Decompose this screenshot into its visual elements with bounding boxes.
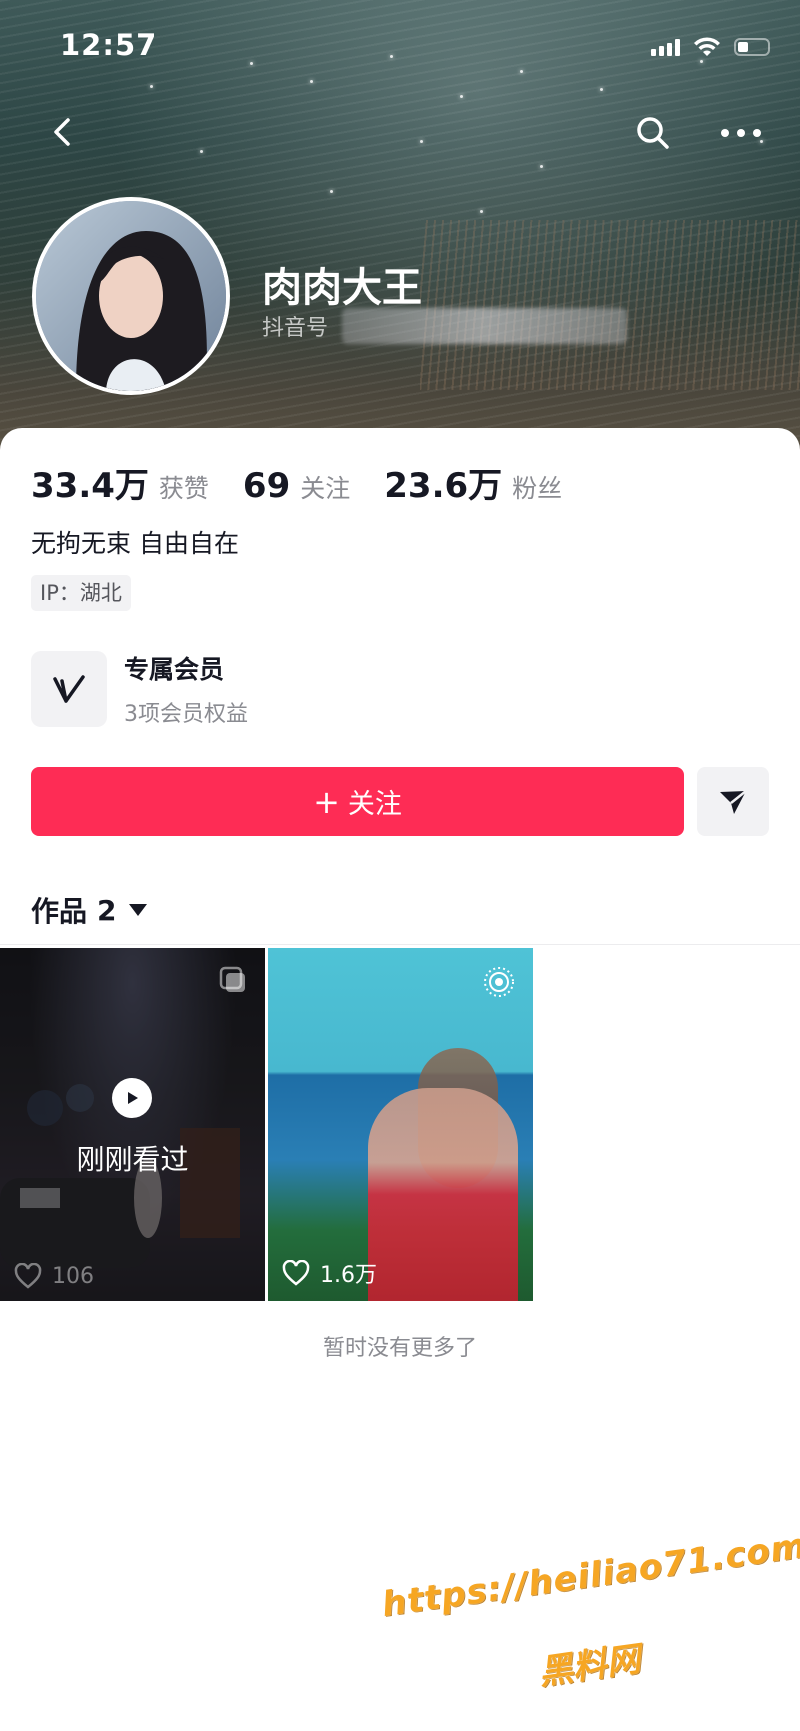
play-icon bbox=[112, 1078, 152, 1118]
multi-image-icon bbox=[219, 966, 245, 992]
search-icon[interactable] bbox=[632, 112, 674, 154]
back-icon[interactable] bbox=[44, 112, 84, 152]
video-thumbnail-2[interactable]: 1.6万 bbox=[268, 948, 533, 1301]
stat-followers[interactable]: 23.6万 粉丝 bbox=[384, 458, 562, 507]
video-likes-count: 1.6万 bbox=[320, 1263, 377, 1288]
stat-label: 关注 bbox=[300, 474, 351, 503]
ip-location-tag: IP：湖北 bbox=[31, 575, 131, 611]
tab-works[interactable]: 作品 2 bbox=[31, 890, 147, 930]
video-likes-count: 106 bbox=[52, 1263, 94, 1289]
avatar[interactable] bbox=[32, 197, 230, 395]
douyin-id-redacted bbox=[342, 308, 628, 344]
battery-icon bbox=[734, 38, 770, 56]
video-likes: 1.6万 bbox=[282, 1257, 377, 1289]
membership-title: 专属会员 bbox=[124, 655, 225, 684]
follow-button[interactable]: + 关注 bbox=[31, 767, 684, 836]
status-time: 12:57 bbox=[60, 28, 158, 62]
douyin-id-row[interactable]: 抖音号 bbox=[262, 308, 628, 344]
signal-icon bbox=[651, 38, 680, 56]
send-icon bbox=[720, 789, 747, 814]
stat-value: 69 bbox=[242, 466, 291, 506]
avatar-image bbox=[36, 201, 226, 391]
vip-icon bbox=[31, 651, 107, 727]
tab-works-count: 2 bbox=[97, 893, 117, 927]
heart-icon bbox=[14, 1263, 42, 1289]
stat-label: 粉丝 bbox=[512, 474, 563, 503]
more-icon[interactable] bbox=[716, 118, 766, 148]
caret-down-icon bbox=[128, 904, 147, 916]
follow-label: 关注 bbox=[347, 789, 402, 820]
douyin-id-label: 抖音号 bbox=[262, 316, 329, 341]
no-more-content: 暂时没有更多了 bbox=[322, 1336, 477, 1361]
cover-reeds bbox=[420, 220, 800, 390]
stat-label: 获赞 bbox=[158, 474, 209, 503]
stat-likes[interactable]: 33.4万 获赞 bbox=[31, 458, 209, 507]
divider bbox=[0, 944, 800, 945]
watched-dim-overlay bbox=[0, 948, 265, 1301]
video-2-figure bbox=[368, 1088, 518, 1301]
live-photo-icon bbox=[484, 967, 514, 997]
tab-works-label: 作品 bbox=[31, 895, 88, 928]
stat-following[interactable]: 69 关注 bbox=[243, 466, 350, 506]
stat-value: 33.4万 bbox=[31, 466, 149, 506]
membership-card[interactable]: 专属会员 3项会员权益 bbox=[31, 650, 248, 728]
wifi-icon bbox=[694, 37, 720, 56]
heart-icon bbox=[282, 1260, 310, 1286]
recently-watched-label: 刚刚看过 bbox=[76, 1143, 189, 1176]
plus-icon: + bbox=[313, 782, 340, 821]
message-button[interactable] bbox=[697, 767, 769, 836]
status-icons bbox=[651, 36, 770, 58]
membership-subtitle: 3项会员权益 bbox=[124, 702, 248, 727]
profile-bio: 无拘无束 自由自在 bbox=[31, 529, 239, 558]
video-likes: 106 bbox=[14, 1263, 94, 1289]
profile-stats: 33.4万 获赞 69 关注 23.6万 粉丝 bbox=[31, 458, 596, 507]
video-thumbnail-1[interactable]: 刚刚看过 106 bbox=[0, 948, 265, 1301]
stat-value: 23.6万 bbox=[384, 466, 503, 506]
nickname: 肉肉大王 bbox=[262, 265, 422, 311]
